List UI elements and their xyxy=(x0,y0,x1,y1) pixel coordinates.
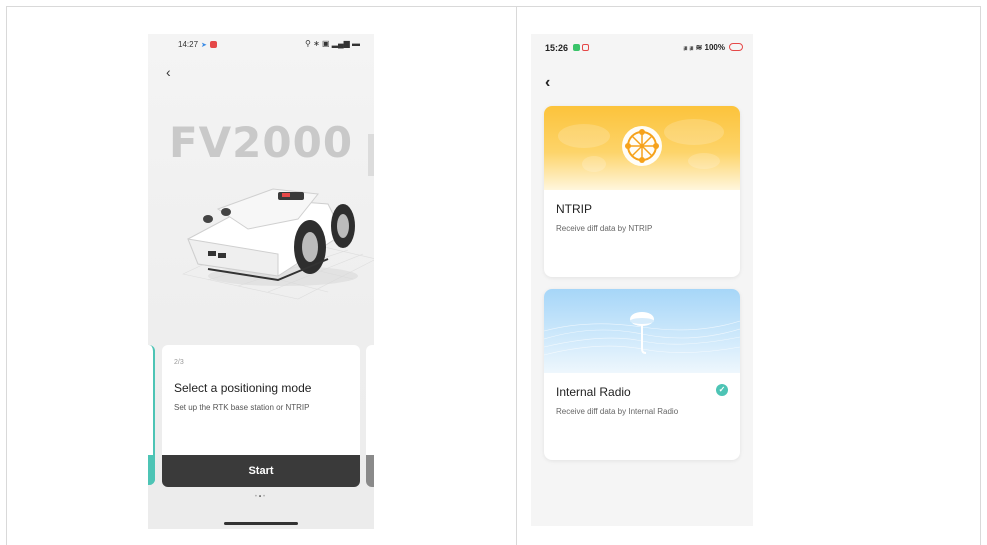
option-card-ntrip[interactable]: NTRIP Receive diff data by NTRIP xyxy=(544,106,740,277)
home-indicator xyxy=(224,522,298,525)
selected-check-icon: ✓ xyxy=(716,384,728,396)
status-bar-left: 15:26 xyxy=(545,43,589,53)
location-icon: ➤ xyxy=(201,42,207,49)
option-title: NTRIP xyxy=(556,202,592,216)
cloud-icon xyxy=(729,43,743,51)
ntrip-banner xyxy=(544,106,740,190)
back-button[interactable]: ‹ xyxy=(545,74,550,92)
page-indicator: ••• xyxy=(148,494,374,500)
network-globe-icon xyxy=(558,119,724,172)
step-title: Select a positioning mode xyxy=(174,381,312,395)
step-counter: 2/3 xyxy=(174,359,184,366)
start-button[interactable]: Start xyxy=(162,455,360,487)
status-bar-left: 14:27 ➤ xyxy=(178,40,217,49)
radio-banner xyxy=(544,289,740,373)
option-subtitle: Receive diff data by NTRIP xyxy=(556,224,653,233)
prev-card-button-peek xyxy=(148,455,155,485)
message-icon xyxy=(572,44,580,51)
page-dot: • xyxy=(263,494,268,500)
onboarding-screen: 14:27 ➤ ⚲ ∗ ▣ ▂▄▆ ▬ ‹ FV2000 2/3 Select a… xyxy=(148,34,374,529)
step-subtitle: Set up the RTK base station or NTRIP xyxy=(174,403,310,412)
next-card-button-peek xyxy=(366,455,374,487)
status-icons-text: ⚲ ∗ ▣ ▂▄▆ ▬ xyxy=(305,39,360,48)
status-icons: ᵢₗₗ ᵢₗₗ ≋ 100% xyxy=(684,43,743,52)
option-subtitle: Receive diff data by Internal Radio xyxy=(556,407,679,416)
back-button[interactable]: ‹ xyxy=(166,64,171,80)
model-name: FV2000 xyxy=(168,118,354,167)
status-icons: ⚲ ∗ ▣ ▂▄▆ ▬ xyxy=(305,39,360,48)
status-time: 15:26 xyxy=(545,43,569,53)
app-notification-icon xyxy=(581,44,589,51)
positioning-mode-screen: 15:26 ᵢₗₗ ᵢₗₗ ≋ 100% ‹ NTRIP Receive dif… xyxy=(531,34,753,526)
panel-divider xyxy=(516,6,517,545)
radio-antenna-icon xyxy=(544,312,740,356)
mower-illustration xyxy=(182,188,374,300)
status-time: 14:27 xyxy=(178,40,199,49)
option-card-internal-radio[interactable]: Internal Radio ✓ Receive diff data by In… xyxy=(544,289,740,460)
status-icons-text: ᵢₗₗ ᵢₗₗ ≋ 100% xyxy=(683,43,725,52)
app-notification-icon xyxy=(209,41,217,48)
option-title: Internal Radio xyxy=(556,385,631,399)
